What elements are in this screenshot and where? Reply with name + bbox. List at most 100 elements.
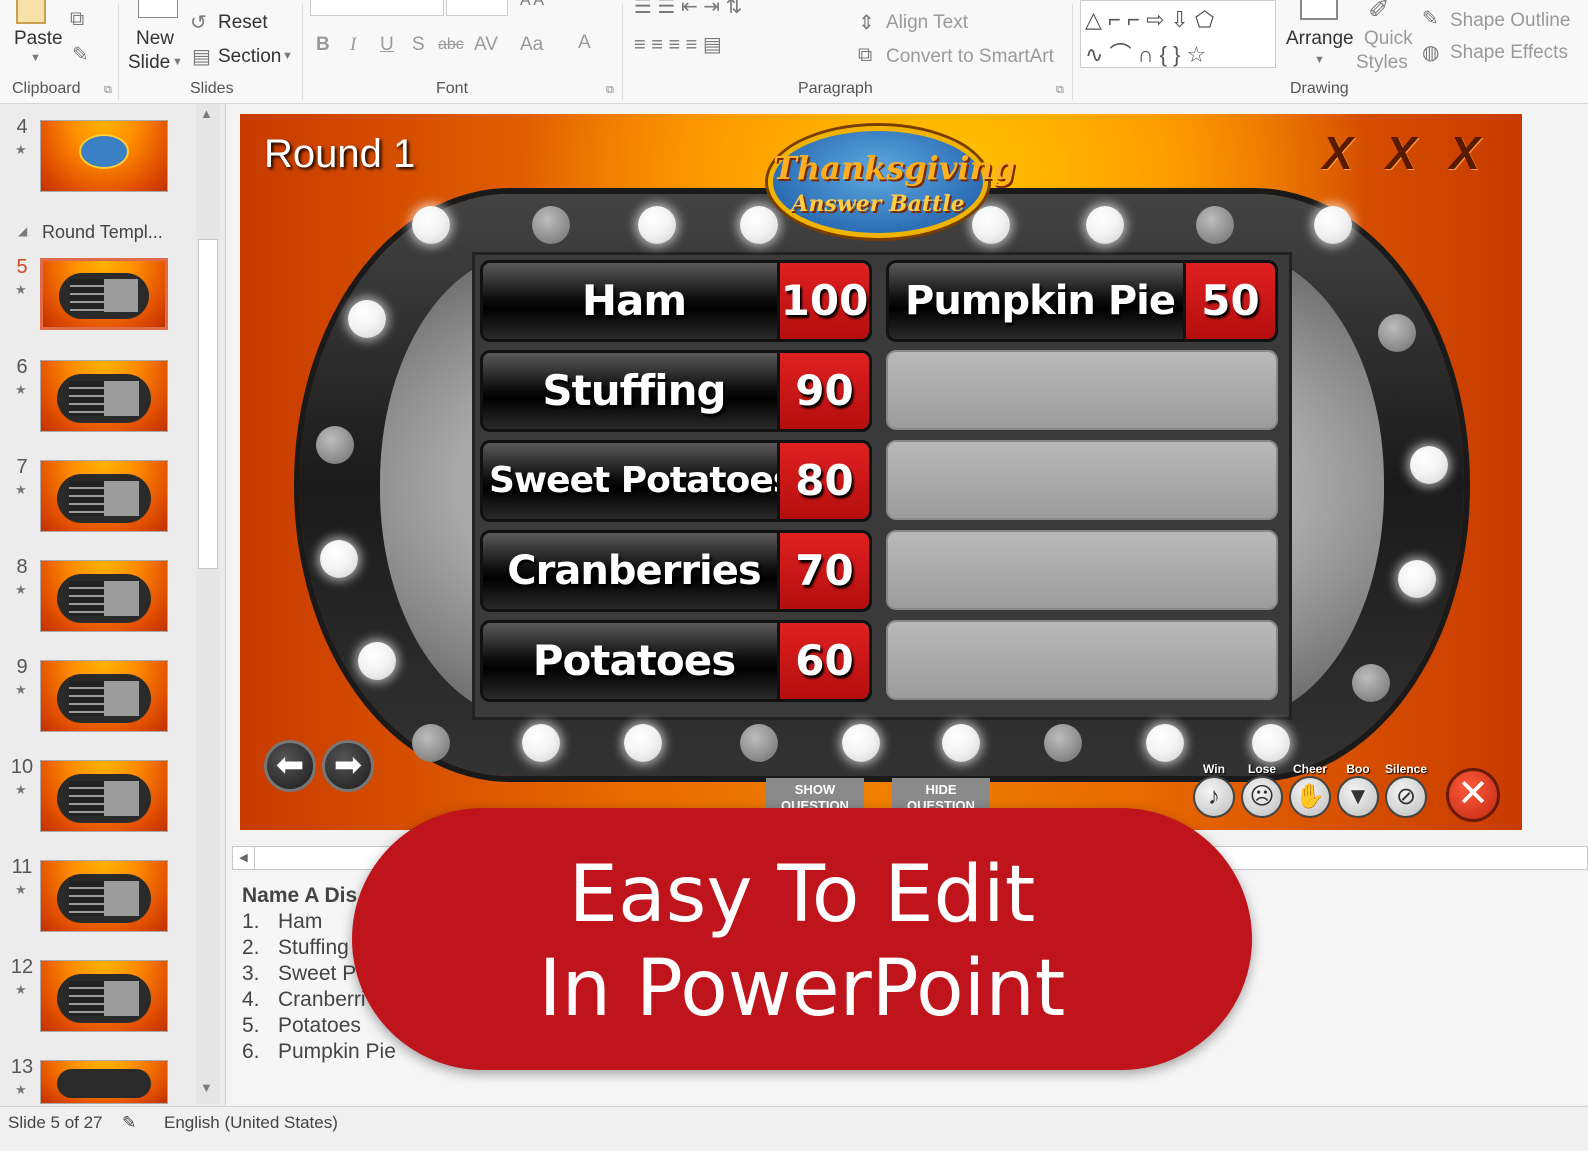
bullets-icon[interactable]: ☰ ☰ ⇤ ⇥ ⇅ xyxy=(634,0,742,19)
slide-thumbnail-13[interactable] xyxy=(40,1060,168,1104)
divider xyxy=(118,4,119,100)
format-painter-icon[interactable]: ✎ xyxy=(72,42,89,67)
list-text: Ham xyxy=(278,910,323,933)
scrollbar-thumb[interactable] xyxy=(198,239,218,569)
answer-tile[interactable]: Cranberries 70 xyxy=(480,530,872,612)
slide-thumbnail-6[interactable] xyxy=(40,360,168,432)
strikes-indicator[interactable]: X X X xyxy=(1322,126,1490,180)
quick-styles-button-line2[interactable]: Styles xyxy=(1356,52,1408,74)
new-slide-button-line2[interactable]: Slide xyxy=(128,52,170,74)
character-spacing-button[interactable]: AV xyxy=(474,34,498,56)
slide-canvas[interactable]: Round 1 X X X Ham 100 Stuffing 90 Sweet … xyxy=(240,114,1522,830)
light-bulb xyxy=(942,724,980,762)
italic-button[interactable]: I xyxy=(350,34,356,56)
font-size-field[interactable] xyxy=(446,0,508,16)
list-text: Stuffing xyxy=(278,936,349,959)
banner-line-2: In PowerPoint xyxy=(538,944,1066,1034)
thumbnail-answers xyxy=(68,580,140,616)
clipboard-group-label: Clipboard xyxy=(12,80,81,97)
grow-font-icon[interactable]: A A xyxy=(520,0,544,10)
next-arrow-icon[interactable]: ➡ xyxy=(322,740,374,792)
section-header[interactable]: Round Templ... xyxy=(42,222,163,243)
align-text-button[interactable]: Align Text xyxy=(886,12,968,34)
slide-thumbnail-12[interactable] xyxy=(40,960,168,1032)
reset-button[interactable]: Reset xyxy=(218,12,268,34)
hidden-answer-slot[interactable] xyxy=(886,530,1278,610)
shapes-row-1-icon[interactable]: △ ⌐ ⌐ ⇨ ⇩ ⬠ xyxy=(1085,7,1214,33)
shapes-row-2-icon[interactable]: ∿ ⌒ ∩ { } ☆ xyxy=(1085,37,1206,69)
answer-tile[interactable]: Ham 100 xyxy=(480,260,872,342)
slide-thumbnail-9[interactable] xyxy=(40,660,168,732)
list-number: 1. xyxy=(242,910,260,933)
scroll-down-icon[interactable]: ▼ xyxy=(200,1080,213,1095)
mute-icon[interactable]: ⊘ xyxy=(1385,776,1427,818)
answer-tile[interactable]: Stuffing 90 xyxy=(480,350,872,432)
dialog-launcher-icon[interactable]: ⧉ xyxy=(104,84,112,97)
slide-thumbnail-5[interactable] xyxy=(40,258,168,330)
previous-arrow-icon[interactable]: ⬅ xyxy=(264,740,316,792)
answer-tile[interactable]: Sweet Potatoes 80 xyxy=(480,440,872,522)
new-slide-button[interactable]: New xyxy=(136,28,174,50)
hidden-answer-slot[interactable] xyxy=(886,620,1278,700)
slide-number: 10 xyxy=(10,756,34,778)
quick-styles-button[interactable]: Quick xyxy=(1364,28,1413,50)
chevron-down-icon[interactable]: ▼ xyxy=(172,56,183,68)
paste-icon xyxy=(16,0,46,24)
font-color-button[interactable]: A xyxy=(578,32,591,54)
text-shadow-button[interactable]: S xyxy=(412,34,425,56)
chevron-down-icon[interactable]: ▼ xyxy=(1314,54,1325,66)
thumbnail-answers xyxy=(68,880,140,916)
hidden-answer-slot[interactable] xyxy=(886,440,1278,520)
light-bulb xyxy=(1352,664,1390,702)
slide-thumbnail-10[interactable] xyxy=(40,760,168,832)
light-bulb xyxy=(1196,206,1234,244)
language-indicator[interactable]: English (United States) xyxy=(164,1113,338,1133)
section-button[interactable]: Section xyxy=(218,46,281,68)
smartart-icon: ⧉ xyxy=(858,44,873,66)
slide-thumbnail-11[interactable] xyxy=(40,860,168,932)
logo-title: Thanksgiving xyxy=(773,149,1016,187)
answer-tile[interactable]: Potatoes 60 xyxy=(480,620,872,702)
dialog-launcher-icon[interactable]: ⧉ xyxy=(1056,84,1064,97)
light-bulb xyxy=(412,206,450,244)
arrange-button[interactable]: Arrange xyxy=(1286,28,1354,50)
slide-count[interactable]: Slide 5 of 27 xyxy=(8,1113,103,1133)
ribbon: Paste ▼ ⧉ ✎ Clipboard ⧉ New Slide ▼ ↺ Re… xyxy=(0,0,1588,104)
align-icon[interactable]: ≡ ≡ ≡ ≡ ▤ xyxy=(634,32,722,57)
chevron-down-icon[interactable]: ▼ xyxy=(30,52,41,64)
light-bulb xyxy=(348,300,386,338)
strikethrough-button[interactable]: abc xyxy=(438,36,464,54)
dialog-launcher-icon[interactable]: ⧉ xyxy=(606,84,614,97)
slide-thumbnail-4[interactable] xyxy=(40,120,168,192)
chevron-down-icon[interactable]: ▼ xyxy=(282,50,293,62)
light-bulb xyxy=(320,540,358,578)
shape-effects-button[interactable]: Shape Effects xyxy=(1450,42,1568,64)
strike-x-button[interactable]: ✕ xyxy=(1446,768,1500,822)
answer-points: 50 xyxy=(1183,263,1275,339)
thumbnails-scrollbar[interactable]: ▲ ▼ xyxy=(196,104,220,1104)
list-number: 4. xyxy=(242,988,260,1011)
scroll-up-icon[interactable]: ▲ xyxy=(200,106,213,121)
slide-thumbnail-8[interactable] xyxy=(40,560,168,632)
hidden-answer-slot[interactable] xyxy=(886,350,1278,430)
answer-tile[interactable]: Pumpkin Pie 50 xyxy=(886,260,1278,342)
scroll-left-icon[interactable]: ◀ xyxy=(233,847,255,869)
thumbs-down-icon[interactable]: ▼ xyxy=(1337,776,1379,818)
convert-smartart-button[interactable]: Convert to SmartArt xyxy=(886,46,1054,68)
music-note-icon[interactable]: ♪ xyxy=(1193,776,1235,818)
spell-check-icon[interactable]: ✎ xyxy=(122,1113,136,1133)
sad-face-icon[interactable]: ☹ xyxy=(1241,776,1283,818)
light-bulb xyxy=(1044,724,1082,762)
collapse-section-icon[interactable]: ◢ xyxy=(18,224,27,238)
shape-outline-button[interactable]: Shape Outline xyxy=(1450,10,1570,32)
paste-button[interactable]: Paste xyxy=(14,28,63,50)
shapes-gallery[interactable]: △ ⌐ ⌐ ⇨ ⇩ ⬠ ∿ ⌒ ∩ { } ☆ xyxy=(1080,0,1276,68)
underline-button[interactable]: U xyxy=(380,34,394,56)
arrange-icon xyxy=(1300,0,1338,20)
font-name-field[interactable] xyxy=(310,0,444,16)
slide-thumbnail-7[interactable] xyxy=(40,460,168,532)
copy-icon[interactable]: ⧉ xyxy=(70,8,84,31)
bold-button[interactable]: B xyxy=(316,34,330,56)
clapping-hands-icon[interactable]: ✋ xyxy=(1289,776,1331,818)
change-case-button[interactable]: Aa xyxy=(520,34,543,56)
